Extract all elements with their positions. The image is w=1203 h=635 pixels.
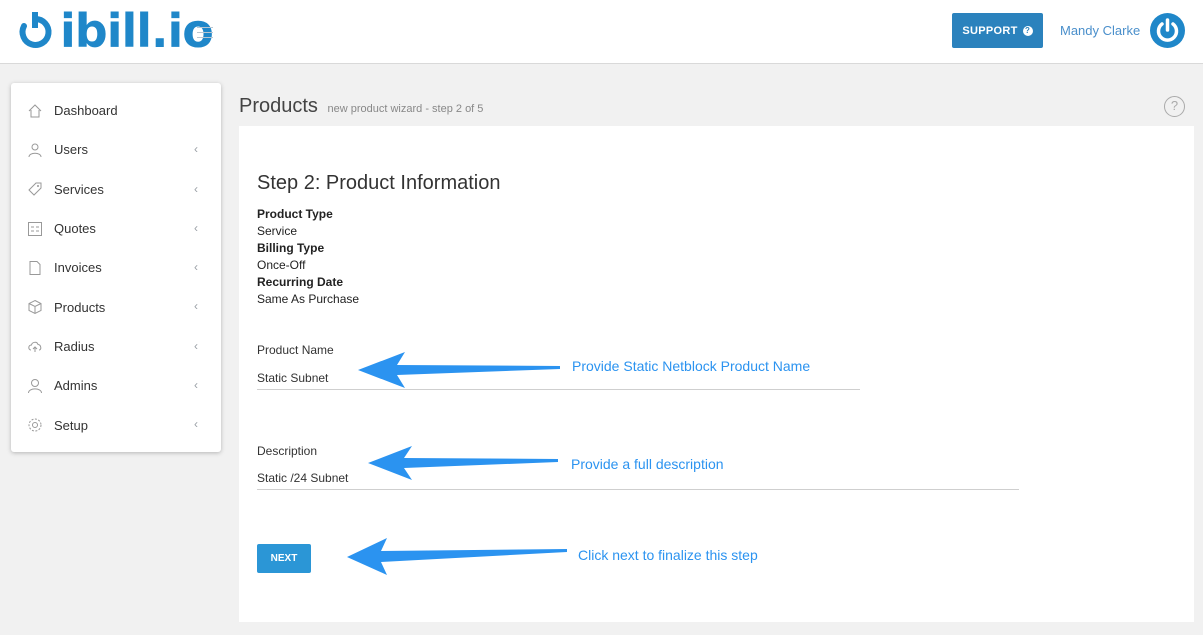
annotation-arrow-icon: [347, 538, 567, 575]
chevron-left-icon: ‹: [194, 260, 198, 275]
sidebar-item-invoices[interactable]: Invoices ‹: [11, 248, 221, 287]
annotation-arrow-icon: [368, 446, 558, 480]
sidebar-item-label: Users: [54, 142, 88, 158]
chevron-left-icon: ‹: [194, 142, 198, 157]
users-icon: [27, 142, 43, 158]
recurring-date-value: Same As Purchase: [257, 292, 360, 306]
tag-icon: [27, 181, 43, 197]
sidebar-item-products[interactable]: Products ‹: [11, 287, 221, 326]
annotation-description-hint: Provide a full description: [571, 456, 724, 472]
annotation-name-hint: Provide Static Netblock Product Name: [572, 358, 811, 374]
sidebar-item-label: Products: [54, 299, 106, 315]
sidebar-item-label: Dashboard: [54, 103, 118, 119]
sidebar-item-dashboard[interactable]: Dashboard: [11, 91, 221, 130]
logo-mark-icon: [19, 12, 52, 48]
sidebar-item-label: Services: [54, 181, 104, 197]
sidebar-item-quotes[interactable]: Quotes ‹: [11, 209, 221, 248]
chevron-left-icon: ‹: [194, 417, 198, 432]
power-icon[interactable]: [1150, 13, 1185, 48]
sidebar-item-admins[interactable]: Admins ‹: [11, 366, 221, 405]
description-label: Description: [257, 444, 318, 458]
menu-toggle-icon[interactable]: [197, 27, 213, 38]
sidebar-item-radius[interactable]: Radius ‹: [11, 327, 221, 366]
sidebar-item-setup[interactable]: Setup ‹: [11, 405, 221, 444]
sidebar-item-label: Radius: [54, 338, 95, 354]
annotation-next-hint: Click next to finalize this step: [578, 547, 758, 563]
next-button[interactable]: NEXT: [257, 544, 311, 573]
document-icon: [27, 260, 43, 276]
logo-text: ibill.io: [60, 4, 214, 58]
page-title: Products new product wizard - step 2 of …: [239, 95, 483, 118]
product-type-value: Service: [257, 224, 298, 238]
help-icon[interactable]: ?: [1164, 96, 1185, 117]
cube-icon: [27, 299, 43, 315]
question-icon: ?: [1022, 25, 1033, 36]
support-button[interactable]: SUPPORT ?: [952, 13, 1043, 48]
billing-type-label: Billing Type: [257, 241, 325, 255]
chevron-left-icon: ‹: [194, 181, 198, 196]
billing-type-value: Once-Off: [257, 258, 306, 272]
support-label: SUPPORT: [962, 24, 1018, 37]
sidebar: Dashboard Users ‹ Services ‹ Quotes ‹ In…: [11, 83, 221, 452]
sidebar-item-label: Admins: [54, 378, 98, 394]
sidebar-item-services[interactable]: Services ‹: [11, 170, 221, 209]
chevron-left-icon: ‹: [194, 220, 198, 235]
page-subtitle: new product wizard - step 2 of 5: [327, 103, 484, 115]
gear-icon: [27, 417, 43, 433]
cloud-upload-icon: [27, 338, 43, 354]
recurring-date-label: Recurring Date: [257, 275, 344, 289]
chevron-left-icon: ‹: [194, 338, 198, 353]
annotation-arrow-icon: [358, 352, 560, 388]
sidebar-item-label: Quotes: [54, 221, 96, 237]
home-icon: [27, 103, 43, 119]
logo[interactable]: ibill.io: [14, 4, 214, 58]
product-name-label: Product Name: [257, 343, 334, 357]
user-icon: [27, 378, 43, 394]
chevron-left-icon: ‹: [194, 378, 198, 393]
sidebar-item-users[interactable]: Users ‹: [11, 130, 221, 169]
sidebar-item-label: Invoices: [54, 260, 102, 276]
top-bar: ibill.io SUPPORT ? Mandy Clarke: [0, 0, 1203, 64]
sidebar-item-label: Setup: [54, 417, 88, 433]
user-name[interactable]: Mandy Clarke: [1060, 23, 1140, 38]
calculator-icon: [27, 221, 43, 237]
chevron-left-icon: ‹: [194, 299, 198, 314]
page-title-text: Products: [239, 95, 318, 117]
step-title: Step 2: Product Information: [257, 172, 501, 194]
product-type-label: Product Type: [257, 207, 333, 221]
product-summary: Product Type Service Billing Type Once-O…: [257, 206, 359, 308]
